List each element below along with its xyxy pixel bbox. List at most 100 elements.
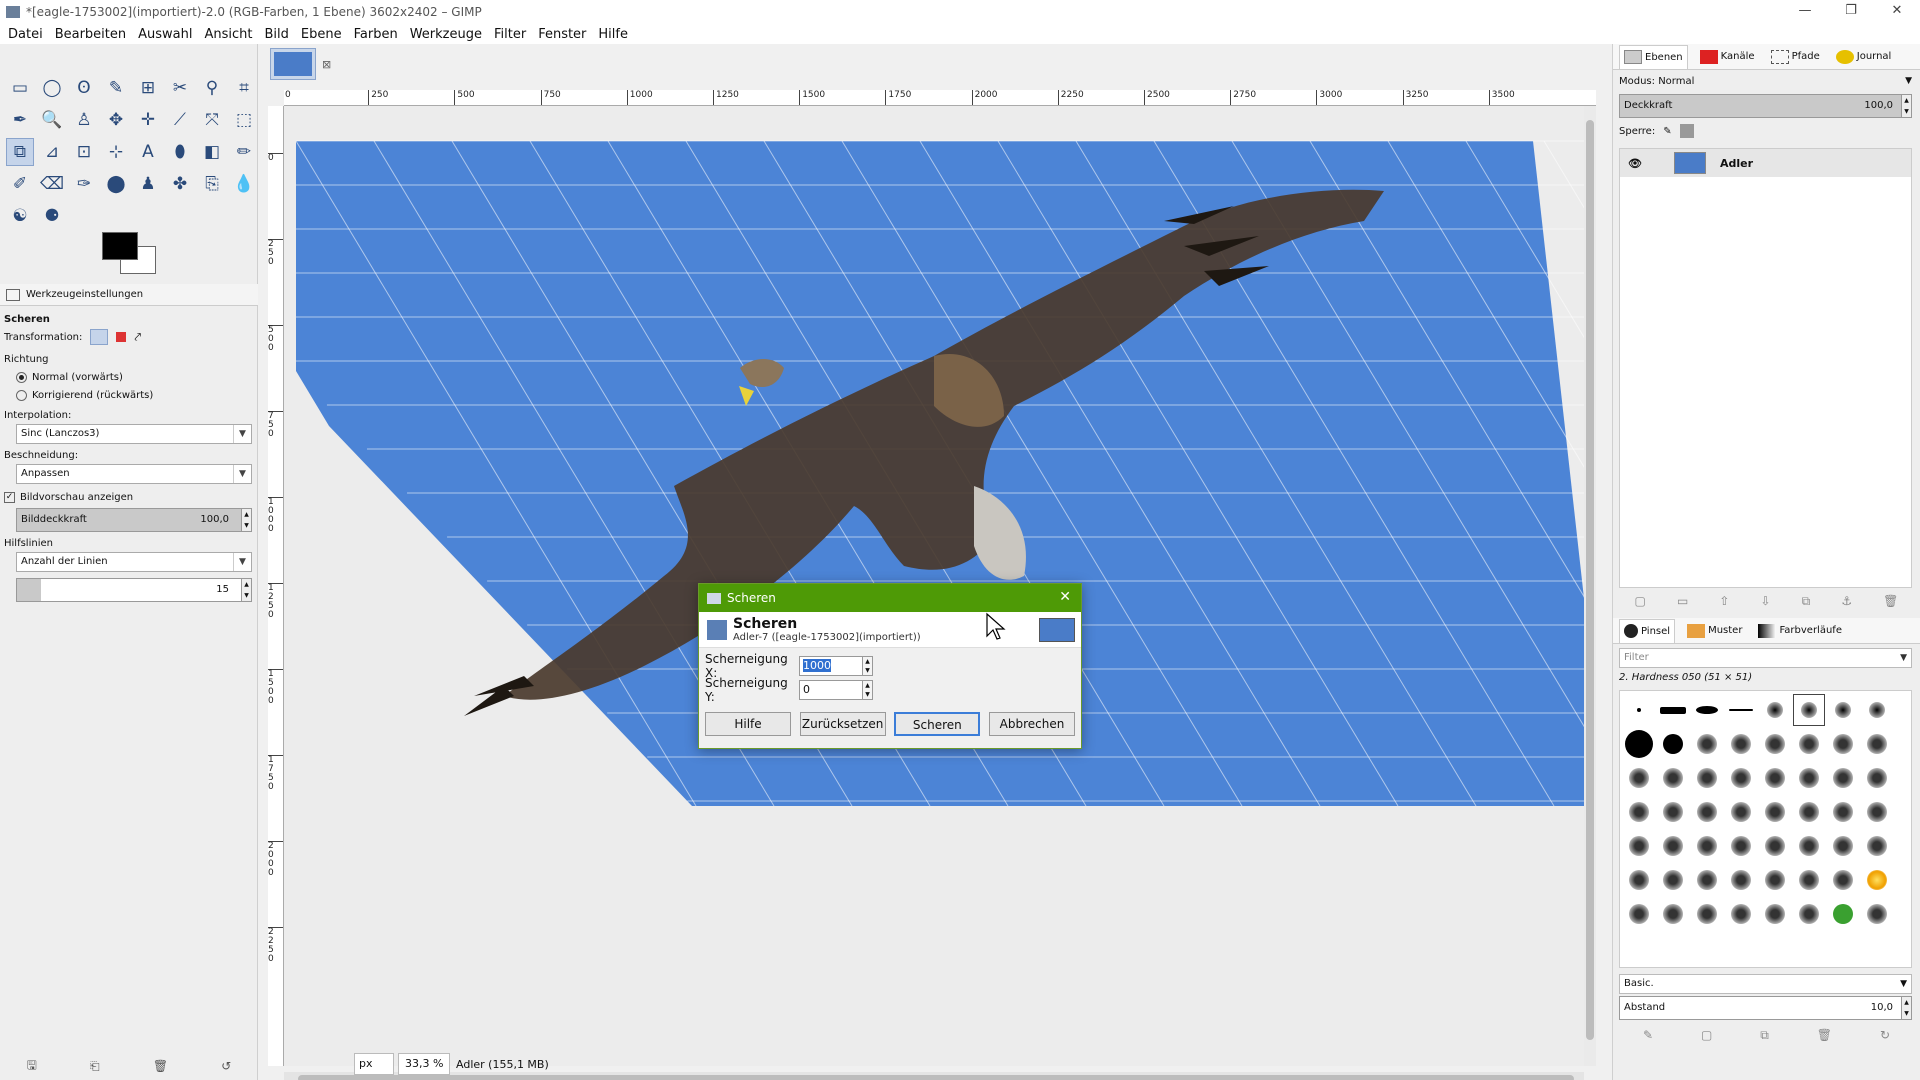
brush-preset[interactable] xyxy=(1726,899,1756,929)
brush-preset[interactable] xyxy=(1760,865,1790,895)
tool-icon[interactable]: ◯ xyxy=(38,74,66,102)
brush-preset[interactable] xyxy=(1862,899,1892,929)
tool-icon[interactable]: ⟋ xyxy=(166,106,194,134)
tool-icon[interactable]: ✥ xyxy=(102,106,130,134)
cancel-button[interactable]: Abbrechen xyxy=(988,712,1075,736)
menu-bild[interactable]: Bild xyxy=(265,27,289,42)
spin-arrows-icon[interactable]: ▲ ▼ xyxy=(241,509,251,531)
zoom-select[interactable]: 33,3 % xyxy=(398,1053,450,1075)
spin-arrows-icon[interactable]: ▲ ▼ xyxy=(241,579,251,601)
tool-icon[interactable]: ⤧ xyxy=(198,106,226,134)
tool-icon[interactable]: 💧 xyxy=(230,170,258,198)
brush-preset[interactable] xyxy=(1760,729,1790,759)
brush-preset[interactable] xyxy=(1658,865,1688,895)
tool-icon[interactable]: ▭ xyxy=(6,74,34,102)
brush-preset[interactable] xyxy=(1760,763,1790,793)
clipping-select[interactable]: Anpassen ▼ xyxy=(16,464,252,484)
reset-button[interactable]: Zurücksetzen xyxy=(799,712,886,736)
tool-icon[interactable]: ✎ xyxy=(102,74,130,102)
image-tab[interactable] xyxy=(270,48,316,80)
tool-icon[interactable]: ♙ xyxy=(70,106,98,134)
brush-preset[interactable] xyxy=(1624,729,1654,759)
brush-preset[interactable] xyxy=(1828,763,1858,793)
brush-preset[interactable] xyxy=(1793,694,1825,726)
brush-preset[interactable] xyxy=(1658,729,1688,759)
brush-preset[interactable] xyxy=(1726,763,1756,793)
lock-alpha-icon[interactable] xyxy=(1679,124,1694,138)
brush-preset[interactable] xyxy=(1760,695,1790,725)
brush-preset[interactable] xyxy=(1624,763,1654,793)
brush-preset[interactable] xyxy=(1624,695,1654,725)
guide-lines-slider[interactable]: 15 ▲ ▼ xyxy=(16,578,252,602)
image-opacity-slider[interactable]: Bilddeckkraft 100,0 ▲ ▼ xyxy=(16,508,252,532)
brush-filter-input[interactable]: Filter ▼ xyxy=(1619,648,1912,668)
menu-datei[interactable]: Datei xyxy=(8,27,43,42)
duplicate-layer-icon[interactable]: ⧉ xyxy=(1802,594,1811,609)
tool-icon[interactable]: ⚈ xyxy=(38,202,66,230)
tool-icon[interactable]: ⌗ xyxy=(230,74,258,102)
tool-icon[interactable]: ⬚ xyxy=(230,106,258,134)
tool-icon[interactable]: ⬤ xyxy=(102,170,130,198)
brush-preset[interactable] xyxy=(1794,763,1824,793)
scroll-thumb[interactable] xyxy=(1586,120,1594,1040)
tool-icon[interactable]: ʘ xyxy=(70,74,98,102)
brush-preset[interactable] xyxy=(1726,695,1756,725)
transform-layer-icon[interactable] xyxy=(90,329,109,345)
spin-arrows-icon[interactable]: ▲ ▼ xyxy=(1901,95,1911,117)
tool-icon[interactable]: ✤ xyxy=(166,170,194,198)
anchor-layer-icon[interactable]: ⚓ xyxy=(1841,594,1852,608)
color-swatches[interactable] xyxy=(100,232,160,280)
unit-select[interactable]: px xyxy=(354,1053,394,1075)
brush-preset[interactable] xyxy=(1726,729,1756,759)
menu-fenster[interactable]: Fenster xyxy=(538,27,586,42)
raise-layer-icon[interactable]: ⇧ xyxy=(1719,594,1729,608)
tool-icon[interactable]: 🔍 xyxy=(38,106,66,134)
spacing-slider[interactable]: Abstand 10,0 ▲ ▼ xyxy=(1619,996,1912,1020)
brush-preset[interactable] xyxy=(1658,899,1688,929)
brush-preset[interactable] xyxy=(1624,831,1654,861)
brush-preset[interactable] xyxy=(1794,865,1824,895)
transform-path-icon[interactable]: ⤤ xyxy=(134,330,141,345)
tab-pinsel[interactable]: Pinsel xyxy=(1619,618,1676,643)
menu-werkzeuge[interactable]: Werkzeuge xyxy=(410,27,482,42)
tool-options-tab[interactable]: Werkzeugeinstellungen xyxy=(0,284,258,306)
brush-preset[interactable] xyxy=(1828,729,1858,759)
brush-preset[interactable] xyxy=(1794,831,1824,861)
brush-preset[interactable] xyxy=(1828,695,1858,725)
brush-preset[interactable] xyxy=(1692,763,1722,793)
direction-corrective-radio[interactable]: Korrigierend (rückwärts) xyxy=(0,386,258,404)
new-layer-icon[interactable]: ▢ xyxy=(1635,594,1646,608)
transform-selection-icon[interactable] xyxy=(116,332,127,342)
vertical-scrollbar[interactable] xyxy=(1584,106,1596,1066)
brush-preset[interactable] xyxy=(1828,797,1858,827)
tool-icon[interactable]: ✐ xyxy=(6,170,34,198)
tool-icon[interactable]: ☯ xyxy=(6,202,34,230)
reset-options-icon[interactable]: ↺ xyxy=(221,1059,231,1073)
tool-icon[interactable]: ⚲ xyxy=(198,74,226,102)
spin-arrows-icon[interactable]: ▲ ▼ xyxy=(863,656,873,676)
close-icon[interactable]: ✕ xyxy=(1059,589,1071,605)
brush-preset[interactable] xyxy=(1828,831,1858,861)
brush-preset[interactable] xyxy=(1624,865,1654,895)
tab-pfade[interactable]: Pfade xyxy=(1767,45,1824,69)
tool-icon[interactable]: A xyxy=(134,138,162,166)
brush-preset[interactable] xyxy=(1692,797,1722,827)
brush-preset[interactable] xyxy=(1726,831,1756,861)
spin-arrows-icon[interactable]: ▲ ▼ xyxy=(863,680,873,700)
eye-icon[interactable]: 👁 xyxy=(1628,157,1642,170)
menu-filter[interactable]: Filter xyxy=(494,27,526,42)
tool-icon[interactable]: ✂ xyxy=(166,74,194,102)
brush-preset[interactable] xyxy=(1794,729,1824,759)
brush-preset[interactable] xyxy=(1794,899,1824,929)
new-group-icon[interactable]: ▭ xyxy=(1677,594,1688,608)
tab-kanaele[interactable]: Kanäle xyxy=(1696,45,1759,69)
tool-icon[interactable]: ⎘ xyxy=(198,170,226,198)
refresh-brushes-icon[interactable]: ↻ xyxy=(1880,1028,1890,1042)
tool-icon[interactable]: ✛ xyxy=(134,106,162,134)
shear-x-input[interactable]: 1000 xyxy=(799,656,863,676)
menu-ansicht[interactable]: Ansicht xyxy=(204,27,252,42)
minimize-button[interactable]: — xyxy=(1782,0,1828,24)
shear-button[interactable]: Scheren xyxy=(894,712,981,736)
menu-hilfe[interactable]: Hilfe xyxy=(598,27,628,42)
menu-auswahl[interactable]: Auswahl xyxy=(138,27,192,42)
